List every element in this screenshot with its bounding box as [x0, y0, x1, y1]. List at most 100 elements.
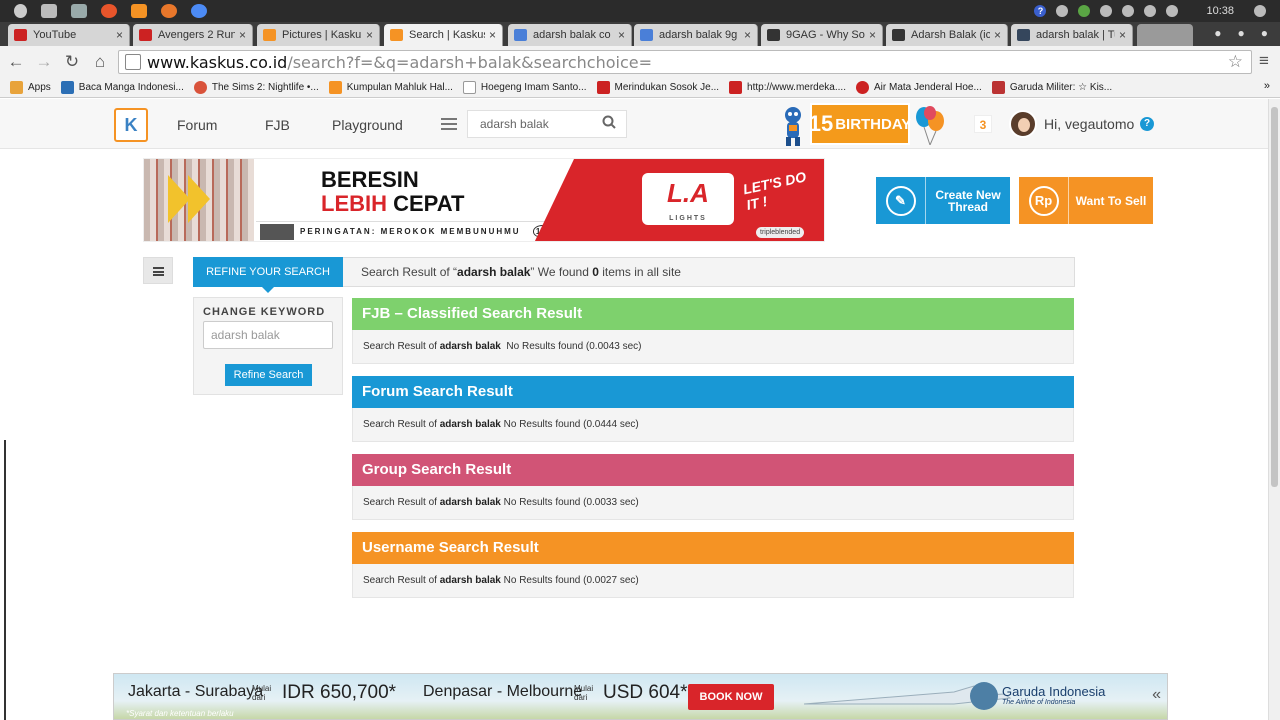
- close-tab-icon[interactable]: ×: [489, 28, 496, 42]
- close-tab-icon[interactable]: ×: [239, 28, 246, 42]
- back-arrow-icon[interactable]: ←: [2, 52, 30, 72]
- user-greeting[interactable]: Hi, vegautomo: [1044, 116, 1134, 132]
- fjb-result-section: FJB – Classified Search Result Search Re…: [352, 298, 1074, 364]
- bookmark-baca-manga[interactable]: Baca Manga Indonesi...: [60, 81, 184, 94]
- avatar[interactable]: [1009, 110, 1037, 138]
- nav-playground[interactable]: Playground: [332, 117, 403, 133]
- book-now-button[interactable]: BOOK NOW: [688, 684, 774, 710]
- bookmark-hoegeng[interactable]: Hoegeng Imam Santo...: [462, 81, 587, 94]
- keyword-input[interactable]: adarsh balak: [203, 321, 333, 349]
- settings-tray-icon[interactable]: [1100, 5, 1113, 17]
- reload-icon[interactable]: ↻: [58, 52, 86, 72]
- page-icon: [125, 54, 141, 70]
- minimize-icon[interactable]: ●: [1214, 26, 1221, 40]
- maximize-icon[interactable]: ●: [1238, 26, 1245, 40]
- sims-icon: [193, 81, 207, 94]
- group-result-section: Group Search Result Search Result of ada…: [352, 454, 1074, 520]
- sidebar-toggle-button[interactable]: [143, 257, 173, 284]
- balloons-icon: [916, 106, 944, 145]
- tab-search-kaskus[interactable]: Search | Kaskus ×: [384, 24, 503, 46]
- home-icon[interactable]: ⌂: [86, 52, 114, 72]
- kaskus-icon: [328, 81, 342, 94]
- folder-icon[interactable]: [71, 4, 87, 18]
- username-result-body: Search Result of adarsh balak No Results…: [352, 564, 1074, 598]
- nav-forum[interactable]: Forum: [177, 117, 217, 133]
- tab-youtube[interactable]: YouTube ×: [8, 24, 130, 46]
- youtube-favicon-icon: [139, 29, 152, 41]
- close-tab-icon[interactable]: ×: [994, 28, 1001, 42]
- page-scrollbar[interactable]: [1268, 99, 1280, 720]
- forum-result-title[interactable]: Forum Search Result: [352, 376, 1074, 408]
- tab-adarsh-balak[interactable]: Adarsh Balak (ic ×: [886, 24, 1008, 46]
- close-tab-icon[interactable]: ×: [618, 28, 625, 42]
- search-tray-icon[interactable]: [1254, 5, 1266, 17]
- url-bar[interactable]: www.kaskus.co.id/search?f=&q=adarsh+bala…: [118, 50, 1252, 74]
- tab-google-adarsh-1[interactable]: adarsh balak co ×: [508, 24, 632, 46]
- sync-icon[interactable]: [1078, 5, 1091, 17]
- apple-menu-icon[interactable]: [14, 4, 27, 18]
- refine-your-search-tab[interactable]: REFINE YOUR SEARCH: [193, 257, 343, 293]
- cigarette-ad-banner[interactable]: BERESIN LEBIH CEPAT PERINGATAN: MEROKOK …: [143, 158, 825, 242]
- close-window-icon[interactable]: ●: [1261, 26, 1268, 40]
- chevron-left-icon[interactable]: «: [1152, 686, 1161, 704]
- refine-search-button[interactable]: Refine Search: [225, 364, 312, 386]
- nav-fjb[interactable]: FJB: [265, 117, 290, 133]
- new-tab-button[interactable]: [1137, 24, 1193, 46]
- forum-result-body: Search Result of adarsh balak No Results…: [352, 408, 1074, 442]
- search-icon[interactable]: [602, 115, 616, 129]
- tab-avengers[interactable]: Avengers 2 Run ×: [133, 24, 253, 46]
- tab-pictures-kaskus[interactable]: Pictures | Kasku ×: [257, 24, 380, 46]
- bookmark-air-mata[interactable]: Air Mata Jenderal Hoe...: [855, 81, 982, 94]
- firefox-icon[interactable]: [161, 4, 177, 18]
- network-icon[interactable]: [1056, 5, 1069, 17]
- scrollbar-thumb[interactable]: [1271, 107, 1278, 487]
- flash-icon[interactable]: [101, 4, 117, 18]
- banner-tag: tripleblended: [756, 227, 805, 238]
- chrome-menu-icon[interactable]: ≡: [1250, 51, 1278, 71]
- grid-launcher-icon[interactable]: [41, 4, 57, 18]
- close-tab-icon[interactable]: ×: [1119, 28, 1126, 42]
- hamburger-menu-icon[interactable]: [441, 118, 457, 130]
- rupiah-icon: Rp: [1028, 185, 1059, 216]
- kaskus-logo[interactable]: K: [114, 108, 148, 142]
- tab-google-adarsh-2[interactable]: adarsh balak 9g ×: [634, 24, 758, 46]
- wifi-icon[interactable]: [1144, 5, 1157, 17]
- close-tab-icon[interactable]: ×: [744, 28, 751, 42]
- fjb-result-body: Search Result of adarsh balak No Results…: [352, 330, 1074, 364]
- fjb-result-title[interactable]: FJB – Classified Search Result: [352, 298, 1074, 330]
- garuda-brand: Garuda Indonesia The Airline of Indonesia: [1002, 684, 1106, 706]
- group-result-title[interactable]: Group Search Result: [352, 454, 1074, 486]
- bookmark-star-icon[interactable]: ☆: [1228, 52, 1243, 72]
- bookmark-merindukan[interactable]: Merindukan Sosok Je...: [596, 81, 719, 94]
- bookmarks-overflow-icon[interactable]: »: [1264, 80, 1270, 92]
- ad-terms-note: *Syarat dan ketentuan berlaku: [126, 709, 234, 718]
- tab-tumblr[interactable]: adarsh balak | Tu ×: [1011, 24, 1133, 46]
- bookmarks-bar: Apps Baca Manga Indonesi... The Sims 2: …: [0, 78, 1280, 98]
- forward-arrow-icon[interactable]: →: [30, 52, 58, 72]
- volume-icon[interactable]: [1166, 5, 1179, 17]
- bookmark-apps[interactable]: Apps: [10, 81, 51, 94]
- bookmark-kumpulan[interactable]: Kumpulan Mahluk Hal...: [328, 81, 453, 94]
- garuda-militer-icon: [991, 81, 1005, 94]
- garuda-ad-banner[interactable]: Jakarta - Surabaya Mulai dari IDR 650,70…: [113, 673, 1168, 720]
- close-tab-icon[interactable]: ×: [366, 28, 373, 42]
- want-to-sell-button[interactable]: Rp Want To Sell: [1019, 177, 1153, 224]
- chrome-icon[interactable]: [191, 4, 207, 18]
- battery-icon[interactable]: [1122, 5, 1135, 17]
- bookmark-sims[interactable]: The Sims 2: Nightlife •...: [193, 81, 319, 94]
- close-tab-icon[interactable]: ×: [869, 28, 876, 42]
- forum-result-section: Forum Search Result Search Result of ada…: [352, 376, 1074, 442]
- tab-9gag[interactable]: 9GAG - Why So ×: [761, 24, 883, 46]
- 15th-birthday-badge[interactable]: 15 BIRTHDAY: [809, 103, 911, 145]
- help-tray-icon[interactable]: ?: [1034, 5, 1047, 17]
- bookmark-merdeka[interactable]: http://www.merdeka....: [729, 81, 846, 94]
- close-tab-icon[interactable]: ×: [116, 28, 123, 42]
- help-icon[interactable]: ?: [1140, 117, 1154, 131]
- username-result-title[interactable]: Username Search Result: [352, 532, 1074, 564]
- username-result-section: Username Search Result Search Result of …: [352, 532, 1074, 598]
- bookmark-garuda-militer[interactable]: Garuda Militer: ☆ Kis...: [991, 81, 1112, 94]
- create-new-thread-button[interactable]: ✎ Create New Thread: [876, 177, 1010, 224]
- media-player-icon[interactable]: [131, 4, 147, 18]
- 9gag-favicon-icon: [892, 29, 905, 41]
- notification-badge[interactable]: 3: [974, 115, 992, 133]
